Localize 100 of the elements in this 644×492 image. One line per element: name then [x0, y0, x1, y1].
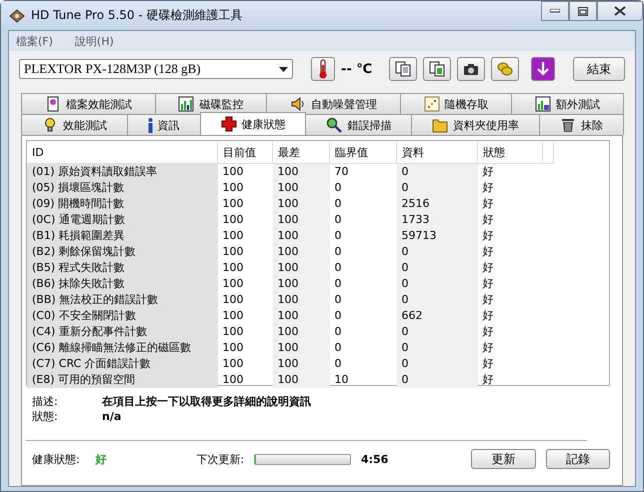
table-cell-text: 100 — [222, 260, 244, 276]
copy-image-button[interactable] — [423, 57, 451, 81]
tab[interactable]: 抹除 — [539, 114, 624, 135]
table-cell: (B2) 剩餘保留塊計數 — [27, 244, 218, 260]
tab[interactable]: 資訊 — [126, 114, 201, 135]
bar-chart-icon — [178, 96, 194, 112]
table-cell-text: 100 — [222, 228, 244, 244]
table-cell-text: 好 — [482, 244, 494, 260]
table-cell: (01) 原始資料讀取錯誤率 — [27, 164, 218, 180]
log-button[interactable]: 記錄 — [546, 449, 610, 469]
table-cell-text: 100 — [222, 180, 244, 196]
table-cell-text: 10 — [334, 372, 350, 388]
table-cell: 100 — [272, 164, 330, 180]
table-cell-text: 100 — [222, 324, 244, 340]
menu-item[interactable]: 說明(H) — [74, 34, 114, 48]
drive-dropdown[interactable]: PLEXTOR PX-128M3P (128 gB) — [19, 59, 293, 79]
description-text: 在項目上按一下以取得更多詳細的說明資訊 — [102, 394, 312, 409]
maximize-button[interactable] — [569, 1, 597, 21]
tab[interactable]: 效能測試 — [21, 114, 128, 135]
countdown-time: 4:56 — [360, 452, 390, 466]
tab[interactable]: 健康狀態 — [200, 112, 306, 135]
table-cell: (C0) 不安全關閉計數 — [27, 308, 218, 324]
coins-button[interactable] — [491, 57, 519, 81]
table-cell: 0 — [396, 244, 478, 260]
table-cell: (C7) CRC 介面錯誤計數 — [27, 356, 218, 372]
thermometer-button[interactable] — [311, 57, 335, 81]
cross-icon — [220, 116, 237, 132]
table-cell-text: 0 — [334, 228, 342, 244]
spreadsheet-icon — [535, 96, 552, 112]
table-cell-text: 0 — [334, 244, 342, 260]
table-cell-text: 100 — [222, 196, 244, 212]
table-cell-text: 好 — [482, 212, 494, 228]
close-icon — [614, 6, 626, 16]
table-cell: 0 — [396, 164, 478, 180]
table-cell: (05) 損壞區塊計數 — [27, 180, 218, 196]
minimize-icon — [550, 9, 560, 13]
minimize-button[interactable] — [541, 1, 569, 21]
download-button[interactable] — [531, 57, 555, 81]
table-cell: (09) 開機時間計數 — [27, 196, 218, 212]
folder-icon — [432, 117, 448, 133]
table-cell: 100 — [272, 260, 330, 276]
refresh-button[interactable]: 更新 — [471, 449, 536, 469]
table-cell-text: 100 — [222, 164, 244, 180]
table-cell-text: 0 — [334, 292, 342, 308]
table-cell-text: 0 — [334, 260, 342, 276]
table-cell-text: 0 — [334, 276, 342, 292]
menu-item[interactable]: 檔案(F) — [16, 34, 53, 48]
tab[interactable]: 隨機存取 — [400, 93, 512, 114]
exit-button[interactable]: 結束 — [573, 57, 625, 81]
tab[interactable]: 錯誤掃描 — [305, 114, 412, 135]
table-cell-text: 0 — [334, 356, 342, 372]
tab[interactable]: 額外測試 — [511, 93, 624, 114]
table-cell-text: 100 — [222, 340, 244, 356]
document-icon — [44, 96, 61, 112]
table-cell: (B5) 程式失敗計數 — [27, 260, 218, 276]
table-cell-text: 0 — [334, 324, 342, 340]
tab[interactable]: 自動噪聲管理 — [266, 93, 401, 114]
tab[interactable]: 磁碟監控 — [154, 93, 268, 114]
table-cell: 1733 — [396, 212, 478, 228]
table-cell: 100 — [272, 372, 330, 388]
table-cell: (C4) 重新分配事件計數 — [27, 324, 218, 340]
table-cell-text: 70 — [334, 164, 350, 180]
table-cell: 100 — [272, 180, 330, 196]
table-cell-text: 0 — [334, 308, 342, 324]
table-cell-text: 好 — [482, 372, 494, 388]
tab[interactable]: 資料夾使用率 — [411, 114, 540, 135]
column-header[interactable]: 狀態 — [478, 141, 542, 164]
table-cell: 0 — [396, 180, 478, 196]
health-status: 好 — [96, 452, 108, 466]
column-header[interactable]: 臨界值 — [330, 141, 396, 164]
table-cell-text: 100 — [222, 244, 244, 260]
document-image-icon — [428, 60, 446, 78]
table-cell: 0 — [396, 356, 478, 372]
table-cell-text: 100 — [222, 276, 244, 292]
table-cell: 100 — [272, 228, 330, 244]
table-cell-text: 好 — [482, 292, 494, 308]
table-cell: 100 — [272, 324, 330, 340]
table-cell-text: 好 — [482, 228, 494, 244]
column-header[interactable]: 目前值 — [218, 141, 272, 164]
tab[interactable]: 檔案效能測試 — [21, 93, 156, 114]
close-button[interactable] — [597, 1, 643, 21]
restore-icon — [578, 6, 588, 16]
copy-button[interactable] — [389, 57, 417, 81]
field-label: 健康狀態: — [32, 452, 80, 466]
table-cell-text: 0 — [334, 340, 342, 356]
table-cell-text: 0 — [334, 212, 342, 228]
table-cell-text: 100 — [222, 356, 244, 372]
table-cell: 2516 — [396, 196, 478, 212]
table-cell: 0 — [396, 292, 478, 308]
table-cell: 100 — [272, 244, 330, 260]
table-cell-text: 好 — [482, 308, 494, 324]
table-cell-text: 好 — [482, 260, 494, 276]
info-icon — [148, 118, 153, 132]
table-cell: 0 — [396, 372, 478, 388]
table-cell: 59713 — [396, 228, 478, 244]
thermometer-icon — [319, 59, 327, 79]
camera-button[interactable] — [457, 57, 485, 81]
caret-icon — [279, 66, 288, 72]
table-cell: (B6) 抹除失敗計數 — [27, 276, 218, 292]
status-text: n/a — [102, 409, 122, 424]
